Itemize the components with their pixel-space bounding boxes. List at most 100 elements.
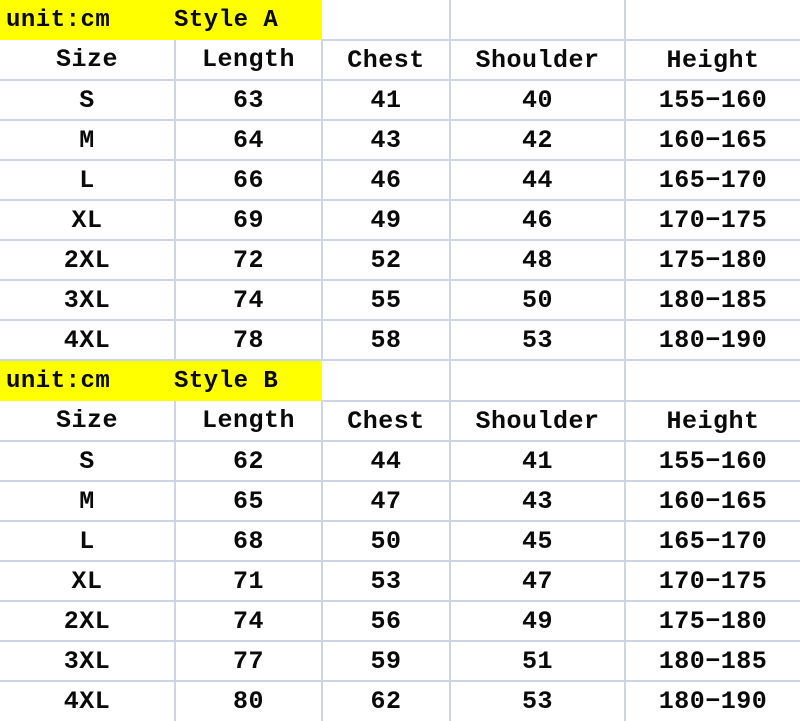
- measurement-cell: 59: [322, 641, 452, 682]
- unit-label: unit:cm: [6, 6, 111, 34]
- section-banner-row: unit:cm Style B: [0, 360, 800, 402]
- size-cell: 4XL: [0, 320, 176, 361]
- table-row: 3XL 74 55 50 180−185: [0, 280, 800, 321]
- size-cell: 2XL: [0, 240, 176, 281]
- size-cell: L: [0, 160, 176, 201]
- column-header-chest: Chest: [322, 401, 452, 442]
- measurement-cell: 71: [175, 561, 324, 602]
- banner-empty-cell: [625, 0, 800, 41]
- measurement-cell: 51: [450, 641, 627, 682]
- column-header-size: Size: [0, 40, 176, 81]
- measurement-cell: 155−160: [625, 441, 800, 482]
- size-cell: XL: [0, 200, 176, 241]
- measurement-cell: 165−170: [625, 160, 800, 201]
- measurement-cell: 42: [450, 120, 627, 161]
- measurement-cell: 170−175: [625, 200, 800, 241]
- measurement-cell: 64: [175, 120, 324, 161]
- measurement-cell: 56: [322, 601, 452, 642]
- measurement-cell: 52: [322, 240, 452, 281]
- banner-empty-cell: [625, 360, 800, 402]
- measurement-cell: 53: [450, 681, 627, 721]
- size-cell: L: [0, 521, 176, 562]
- measurement-cell: 62: [175, 441, 324, 482]
- table-row: M 64 43 42 160−165: [0, 120, 800, 161]
- section-banner: unit:cm Style B: [0, 360, 323, 401]
- size-cell: 2XL: [0, 601, 176, 642]
- measurement-cell: 43: [450, 481, 627, 522]
- table-row: 3XL 77 59 51 180−185: [0, 641, 800, 682]
- table-row: XL 69 49 46 170−175: [0, 200, 800, 241]
- measurement-cell: 175−180: [625, 601, 800, 642]
- table-row: S 62 44 41 155−160: [0, 441, 800, 482]
- measurement-cell: 46: [450, 200, 627, 241]
- measurement-cell: 170−175: [625, 561, 800, 602]
- unit-label: unit:cm: [6, 367, 111, 395]
- table-row: 4XL 78 58 53 180−190: [0, 320, 800, 361]
- measurement-cell: 180−190: [658, 687, 768, 716]
- measurement-cell: 46: [322, 160, 452, 201]
- table-row: M 65 47 43 160−165: [0, 481, 800, 522]
- column-header-height: Height: [625, 401, 800, 442]
- measurement-cell: 49: [322, 200, 452, 241]
- measurement-cell: 40: [450, 80, 627, 121]
- banner-empty-cell: [322, 360, 452, 402]
- measurement-cell: 43: [322, 120, 452, 161]
- measurement-cell: 45: [450, 521, 627, 562]
- measurement-cell: 62: [322, 681, 452, 721]
- size-chart-table: unit:cm Style A Size Length Chest Shoulder Hei…: [0, 0, 800, 721]
- measurement-cell: 44: [322, 441, 452, 482]
- size-cell: M: [0, 481, 176, 522]
- column-header-row: Size Length Chest Shoulder Height: [0, 40, 800, 81]
- measurement-cell: 69: [175, 200, 324, 241]
- column-header-row: Size Length Chest Shoulder Height: [0, 401, 800, 442]
- measurement-cell: 165−170: [625, 521, 800, 562]
- measurement-cell: 180−190: [625, 320, 800, 361]
- measurement-cell: 55: [322, 280, 452, 321]
- banner-empty-cell: [322, 0, 452, 41]
- measurement-cell: 53: [450, 320, 627, 361]
- size-chart-body: unit:cm Style A Size Length Chest Shoulder Hei…: [0, 0, 800, 721]
- measurement-cell: 77: [175, 641, 324, 682]
- measurement-cell: 41: [450, 441, 627, 482]
- measurement-cell: 50: [450, 280, 627, 321]
- size-cell: 3XL: [0, 280, 176, 321]
- table-row: XL 71 53 47 170−175: [0, 561, 800, 602]
- column-header-length: Length: [175, 40, 324, 81]
- measurement-cell: 58: [322, 320, 452, 361]
- measurement-cell: 68: [175, 521, 324, 562]
- measurement-cell: 160−165: [625, 481, 800, 522]
- measurement-cell: 180−185: [625, 641, 800, 682]
- column-header-shoulder: Shoulder: [450, 40, 627, 81]
- section-banner: unit:cm Style A: [0, 0, 323, 40]
- measurement-cell: 48: [450, 240, 627, 281]
- section-banner-row: unit:cm Style A: [0, 0, 800, 41]
- measurement-cell: 180−185: [625, 280, 800, 321]
- table-row: S 63 41 40 155−160: [0, 80, 800, 121]
- measurement-cell: 50: [322, 521, 452, 562]
- measurement-cell: 47: [450, 561, 627, 602]
- measurement-cell: 44: [450, 160, 627, 201]
- table-row: 2XL 74 56 49 175−180: [0, 601, 800, 642]
- measurement-cell: 47: [322, 481, 452, 522]
- measurement-cell: 175−180: [625, 240, 800, 281]
- measurement-cell: 74: [175, 601, 324, 642]
- column-header-length: Length: [175, 401, 324, 442]
- table-row: 4XL 80 62 53 180−190: [0, 681, 800, 721]
- table-row: L 68 50 45 165−170: [0, 521, 800, 562]
- measurement-cell: 66: [175, 160, 324, 201]
- measurement-cell: 41: [322, 80, 452, 121]
- column-header-chest: Chest: [322, 40, 452, 81]
- column-header-size: Size: [0, 401, 176, 442]
- banner-empty-cell: [450, 0, 627, 41]
- measurement-cell: 53: [322, 561, 452, 602]
- column-header-height: Height: [625, 40, 800, 81]
- style-label: Style B: [174, 367, 279, 395]
- measurement-cell: 74: [175, 280, 324, 321]
- measurement-cell: 160−165: [625, 120, 800, 161]
- measurement-cell: 72: [175, 240, 324, 281]
- table-row: L 66 46 44 165−170: [0, 160, 800, 201]
- measurement-cell: 65: [175, 481, 324, 522]
- size-cell: 3XL: [0, 641, 176, 682]
- size-cell: XL: [0, 561, 176, 602]
- measurement-cell: 63: [175, 80, 324, 121]
